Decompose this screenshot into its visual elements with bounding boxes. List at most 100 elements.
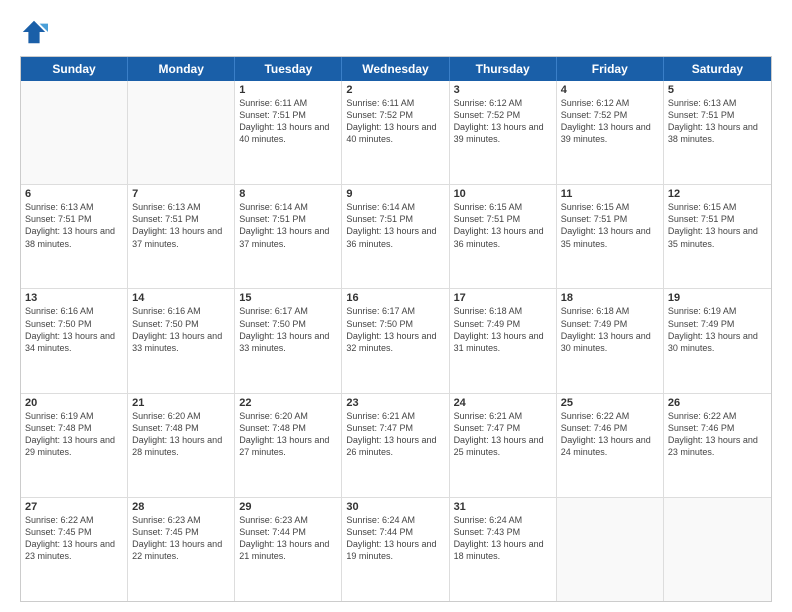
calendar-cell: 8Sunrise: 6:14 AM Sunset: 7:51 PM Daylig… xyxy=(235,185,342,288)
cal-header-day: Sunday xyxy=(21,57,128,81)
day-info: Sunrise: 6:21 AM Sunset: 7:47 PM Dayligh… xyxy=(346,410,444,459)
day-info: Sunrise: 6:14 AM Sunset: 7:51 PM Dayligh… xyxy=(346,201,444,250)
day-number: 17 xyxy=(454,292,552,304)
calendar-cell: 25Sunrise: 6:22 AM Sunset: 7:46 PM Dayli… xyxy=(557,394,664,497)
calendar-cell: 24Sunrise: 6:21 AM Sunset: 7:47 PM Dayli… xyxy=(450,394,557,497)
day-info: Sunrise: 6:11 AM Sunset: 7:51 PM Dayligh… xyxy=(239,97,337,146)
calendar-row: 27Sunrise: 6:22 AM Sunset: 7:45 PM Dayli… xyxy=(21,498,771,601)
logo xyxy=(20,18,52,46)
day-number: 8 xyxy=(239,188,337,200)
cal-header-day: Thursday xyxy=(450,57,557,81)
day-number: 16 xyxy=(346,292,444,304)
day-number: 10 xyxy=(454,188,552,200)
calendar-cell: 31Sunrise: 6:24 AM Sunset: 7:43 PM Dayli… xyxy=(450,498,557,601)
calendar-cell: 11Sunrise: 6:15 AM Sunset: 7:51 PM Dayli… xyxy=(557,185,664,288)
calendar-cell: 16Sunrise: 6:17 AM Sunset: 7:50 PM Dayli… xyxy=(342,289,449,392)
calendar-cell: 5Sunrise: 6:13 AM Sunset: 7:51 PM Daylig… xyxy=(664,81,771,184)
calendar-cell: 9Sunrise: 6:14 AM Sunset: 7:51 PM Daylig… xyxy=(342,185,449,288)
day-number: 30 xyxy=(346,501,444,513)
day-info: Sunrise: 6:12 AM Sunset: 7:52 PM Dayligh… xyxy=(454,97,552,146)
day-info: Sunrise: 6:23 AM Sunset: 7:45 PM Dayligh… xyxy=(132,514,230,563)
calendar-cell: 14Sunrise: 6:16 AM Sunset: 7:50 PM Dayli… xyxy=(128,289,235,392)
day-number: 19 xyxy=(668,292,767,304)
day-info: Sunrise: 6:20 AM Sunset: 7:48 PM Dayligh… xyxy=(239,410,337,459)
day-info: Sunrise: 6:16 AM Sunset: 7:50 PM Dayligh… xyxy=(25,305,123,354)
calendar-cell: 26Sunrise: 6:22 AM Sunset: 7:46 PM Dayli… xyxy=(664,394,771,497)
calendar-cell: 12Sunrise: 6:15 AM Sunset: 7:51 PM Dayli… xyxy=(664,185,771,288)
day-info: Sunrise: 6:15 AM Sunset: 7:51 PM Dayligh… xyxy=(454,201,552,250)
day-info: Sunrise: 6:17 AM Sunset: 7:50 PM Dayligh… xyxy=(346,305,444,354)
calendar-header: SundayMondayTuesdayWednesdayThursdayFrid… xyxy=(21,57,771,81)
day-number: 7 xyxy=(132,188,230,200)
calendar-cell: 19Sunrise: 6:19 AM Sunset: 7:49 PM Dayli… xyxy=(664,289,771,392)
calendar-cell: 7Sunrise: 6:13 AM Sunset: 7:51 PM Daylig… xyxy=(128,185,235,288)
page: SundayMondayTuesdayWednesdayThursdayFrid… xyxy=(0,0,792,612)
cal-header-day: Saturday xyxy=(664,57,771,81)
calendar-cell: 17Sunrise: 6:18 AM Sunset: 7:49 PM Dayli… xyxy=(450,289,557,392)
day-info: Sunrise: 6:19 AM Sunset: 7:48 PM Dayligh… xyxy=(25,410,123,459)
calendar-cell: 21Sunrise: 6:20 AM Sunset: 7:48 PM Dayli… xyxy=(128,394,235,497)
calendar-cell: 1Sunrise: 6:11 AM Sunset: 7:51 PM Daylig… xyxy=(235,81,342,184)
logo-icon xyxy=(20,18,48,46)
day-info: Sunrise: 6:14 AM Sunset: 7:51 PM Dayligh… xyxy=(239,201,337,250)
day-info: Sunrise: 6:13 AM Sunset: 7:51 PM Dayligh… xyxy=(25,201,123,250)
day-info: Sunrise: 6:20 AM Sunset: 7:48 PM Dayligh… xyxy=(132,410,230,459)
calendar-body: 1Sunrise: 6:11 AM Sunset: 7:51 PM Daylig… xyxy=(21,81,771,601)
day-number: 25 xyxy=(561,397,659,409)
day-number: 22 xyxy=(239,397,337,409)
calendar-cell: 10Sunrise: 6:15 AM Sunset: 7:51 PM Dayli… xyxy=(450,185,557,288)
day-number: 6 xyxy=(25,188,123,200)
day-number: 28 xyxy=(132,501,230,513)
calendar-cell: 3Sunrise: 6:12 AM Sunset: 7:52 PM Daylig… xyxy=(450,81,557,184)
day-info: Sunrise: 6:11 AM Sunset: 7:52 PM Dayligh… xyxy=(346,97,444,146)
day-info: Sunrise: 6:23 AM Sunset: 7:44 PM Dayligh… xyxy=(239,514,337,563)
calendar-cell: 28Sunrise: 6:23 AM Sunset: 7:45 PM Dayli… xyxy=(128,498,235,601)
calendar-cell: 20Sunrise: 6:19 AM Sunset: 7:48 PM Dayli… xyxy=(21,394,128,497)
day-number: 15 xyxy=(239,292,337,304)
cal-header-day: Friday xyxy=(557,57,664,81)
day-info: Sunrise: 6:22 AM Sunset: 7:46 PM Dayligh… xyxy=(668,410,767,459)
day-info: Sunrise: 6:19 AM Sunset: 7:49 PM Dayligh… xyxy=(668,305,767,354)
calendar-cell: 30Sunrise: 6:24 AM Sunset: 7:44 PM Dayli… xyxy=(342,498,449,601)
day-number: 23 xyxy=(346,397,444,409)
calendar-cell xyxy=(128,81,235,184)
calendar-cell: 18Sunrise: 6:18 AM Sunset: 7:49 PM Dayli… xyxy=(557,289,664,392)
calendar-cell xyxy=(664,498,771,601)
day-number: 18 xyxy=(561,292,659,304)
calendar-cell: 29Sunrise: 6:23 AM Sunset: 7:44 PM Dayli… xyxy=(235,498,342,601)
calendar-cell: 2Sunrise: 6:11 AM Sunset: 7:52 PM Daylig… xyxy=(342,81,449,184)
day-number: 29 xyxy=(239,501,337,513)
day-info: Sunrise: 6:21 AM Sunset: 7:47 PM Dayligh… xyxy=(454,410,552,459)
cal-header-day: Wednesday xyxy=(342,57,449,81)
day-number: 3 xyxy=(454,84,552,96)
day-info: Sunrise: 6:16 AM Sunset: 7:50 PM Dayligh… xyxy=(132,305,230,354)
day-info: Sunrise: 6:15 AM Sunset: 7:51 PM Dayligh… xyxy=(668,201,767,250)
day-number: 5 xyxy=(668,84,767,96)
header xyxy=(20,18,772,46)
calendar-cell: 15Sunrise: 6:17 AM Sunset: 7:50 PM Dayli… xyxy=(235,289,342,392)
calendar-cell xyxy=(21,81,128,184)
calendar-cell xyxy=(557,498,664,601)
day-number: 21 xyxy=(132,397,230,409)
day-number: 2 xyxy=(346,84,444,96)
calendar-cell: 23Sunrise: 6:21 AM Sunset: 7:47 PM Dayli… xyxy=(342,394,449,497)
calendar-cell: 4Sunrise: 6:12 AM Sunset: 7:52 PM Daylig… xyxy=(557,81,664,184)
day-info: Sunrise: 6:22 AM Sunset: 7:45 PM Dayligh… xyxy=(25,514,123,563)
day-info: Sunrise: 6:18 AM Sunset: 7:49 PM Dayligh… xyxy=(561,305,659,354)
day-info: Sunrise: 6:12 AM Sunset: 7:52 PM Dayligh… xyxy=(561,97,659,146)
day-number: 9 xyxy=(346,188,444,200)
day-number: 4 xyxy=(561,84,659,96)
day-number: 27 xyxy=(25,501,123,513)
day-number: 11 xyxy=(561,188,659,200)
day-number: 31 xyxy=(454,501,552,513)
day-number: 13 xyxy=(25,292,123,304)
calendar-row: 13Sunrise: 6:16 AM Sunset: 7:50 PM Dayli… xyxy=(21,289,771,393)
day-info: Sunrise: 6:24 AM Sunset: 7:44 PM Dayligh… xyxy=(346,514,444,563)
day-number: 12 xyxy=(668,188,767,200)
calendar-row: 1Sunrise: 6:11 AM Sunset: 7:51 PM Daylig… xyxy=(21,81,771,185)
calendar-cell: 13Sunrise: 6:16 AM Sunset: 7:50 PM Dayli… xyxy=(21,289,128,392)
calendar: SundayMondayTuesdayWednesdayThursdayFrid… xyxy=(20,56,772,602)
day-number: 26 xyxy=(668,397,767,409)
day-info: Sunrise: 6:18 AM Sunset: 7:49 PM Dayligh… xyxy=(454,305,552,354)
day-number: 14 xyxy=(132,292,230,304)
